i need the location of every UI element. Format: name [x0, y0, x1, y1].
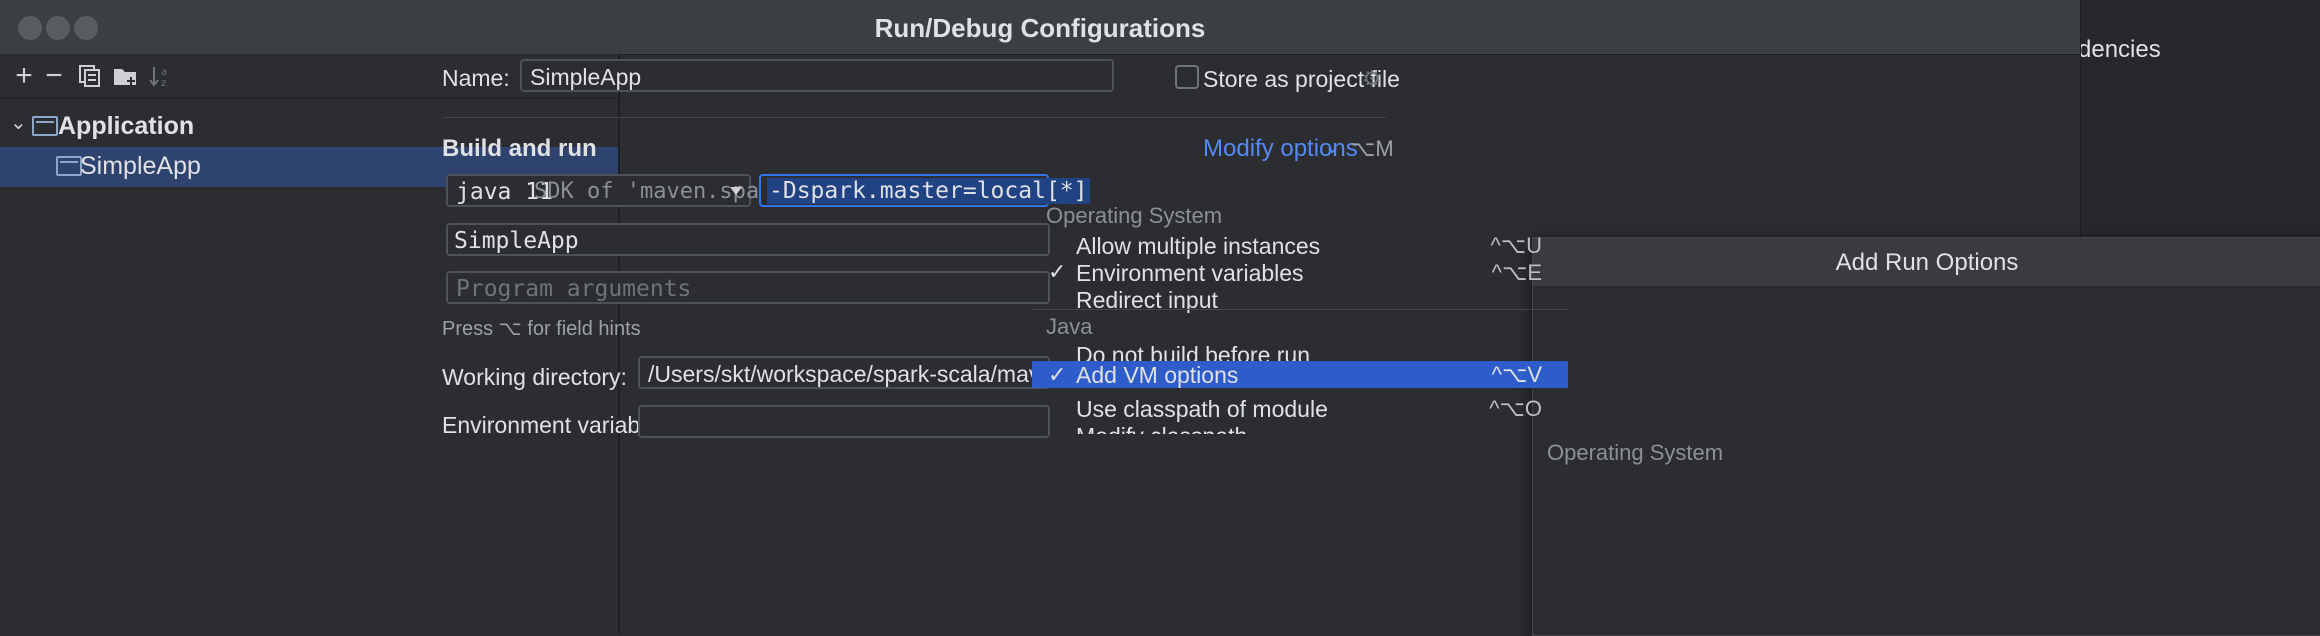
application-icon [32, 116, 58, 136]
program-arguments-placeholder: Program arguments [456, 276, 692, 302]
main-class-input[interactable]: SimpleApp [446, 223, 1050, 256]
add-run-options-popup: Add Run Options Operating System [1532, 237, 2320, 636]
menu-item-label: Modify classpath [1076, 423, 1247, 434]
vm-options-input[interactable]: -Dspark.master=local[*] [759, 174, 1090, 207]
program-arguments-input[interactable]: Program arguments [446, 271, 1050, 304]
svg-text:a: a [161, 67, 167, 78]
popup-content [1533, 238, 2320, 635]
add-icon[interactable]: + [8, 60, 40, 92]
field-hint-text: Press ⌥ for field hints [442, 318, 641, 340]
gear-icon[interactable]: ⚙ [1362, 66, 1382, 92]
menu-item-shortcut: ^⌥V [1491, 362, 1542, 387]
name-label: Name: [442, 65, 510, 91]
chevron-down-icon[interactable]: ⌄ [10, 110, 27, 135]
jdk-hint: SDK of 'maven.spark [534, 179, 786, 204]
divider [442, 117, 1386, 118]
title-bar: Run/Debug Configurations [0, 0, 2080, 55]
environment-variables-input[interactable] [638, 405, 1050, 438]
dropdown-arrow-icon [730, 187, 742, 195]
copy-icon[interactable] [78, 64, 102, 88]
dialog-title: Run/Debug Configurations [874, 13, 1206, 43]
tree-item-label: SimpleApp [80, 152, 201, 180]
menu-item-label: Add VM options [1076, 362, 1239, 388]
menu-separator [1032, 309, 1568, 310]
working-directory-input[interactable]: /Users/skt/workspace/spark-scala/maven.s… [638, 356, 1129, 389]
remove-icon[interactable]: − [38, 60, 70, 92]
new-folder-icon[interactable] [112, 64, 138, 88]
check-icon: ✓ [1048, 362, 1067, 387]
application-icon [56, 156, 82, 176]
sort-icon: az [148, 64, 172, 89]
menu-item-redirect-input[interactable]: Redirect input [1032, 279, 1568, 319]
main-class-value: SimpleApp [454, 228, 579, 254]
svg-text:z: z [161, 78, 166, 88]
tree-group-label: Application [58, 112, 195, 140]
section-title: Build and run [442, 135, 597, 162]
chevron-down-icon[interactable]: ⌄ [1324, 134, 1341, 159]
background-window-text: dencies [2078, 36, 2161, 63]
working-directory-label: Working directory: [442, 364, 627, 390]
menu-item-add-vm-options[interactable]: ✓ Add VM options ^⌥V [1032, 361, 1568, 388]
name-input-value: SimpleApp [530, 64, 642, 90]
vm-options-value: -Dspark.master=local[*] [767, 178, 1090, 204]
store-as-project-checkbox[interactable] [1175, 65, 1199, 89]
modify-options-shortcut: ⌥M [1350, 136, 1394, 161]
name-input[interactable]: SimpleApp [520, 59, 1114, 92]
jdk-select[interactable]: java 11 SDK of 'maven.spark [446, 174, 786, 207]
menu-item-modify-classpath[interactable]: Modify classpath [1032, 415, 1568, 434]
